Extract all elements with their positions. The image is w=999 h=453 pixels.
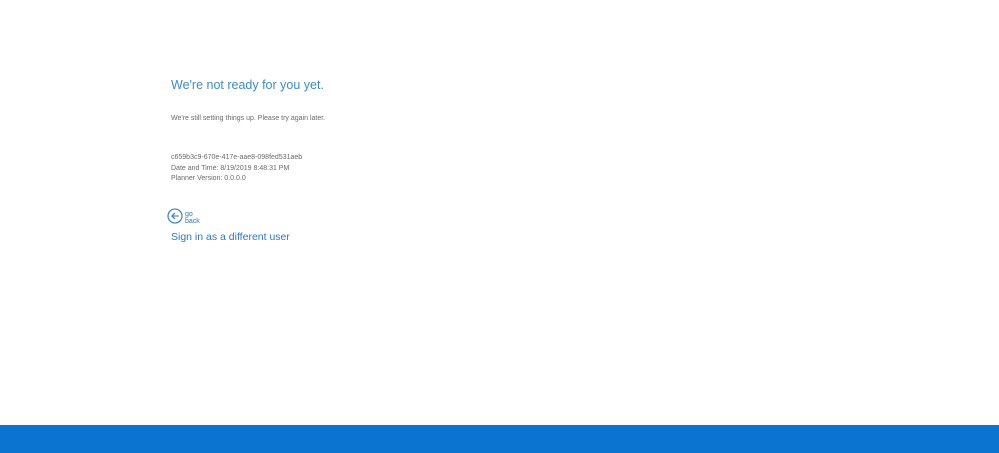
error-page: We're not ready for you yet. We're still… bbox=[0, 0, 999, 453]
error-title: We're not ready for you yet. bbox=[171, 78, 324, 92]
planner-version: Planner Version: 0.0.0.0 bbox=[171, 175, 246, 182]
go-back-link[interactable]: go back bbox=[167, 207, 200, 225]
date-time: Date and Time: 8/19/2019 8:48:31 PM bbox=[171, 164, 290, 172]
session-id: c659b3c9-670e-417e-aae8-098fed531aeb bbox=[171, 154, 303, 161]
back-arrow-circle-icon[interactable] bbox=[167, 208, 183, 224]
sign-in-different-user-link[interactable]: Sign in as a different user bbox=[171, 231, 290, 243]
error-message: We're still setting things up. Please tr… bbox=[171, 115, 326, 122]
diagnostics-block: c659b3c9-670e-417e-aae8-098fed531aeb Dat… bbox=[171, 153, 302, 185]
footer-bar bbox=[0, 425, 999, 453]
go-back-label[interactable]: go back bbox=[185, 211, 200, 225]
